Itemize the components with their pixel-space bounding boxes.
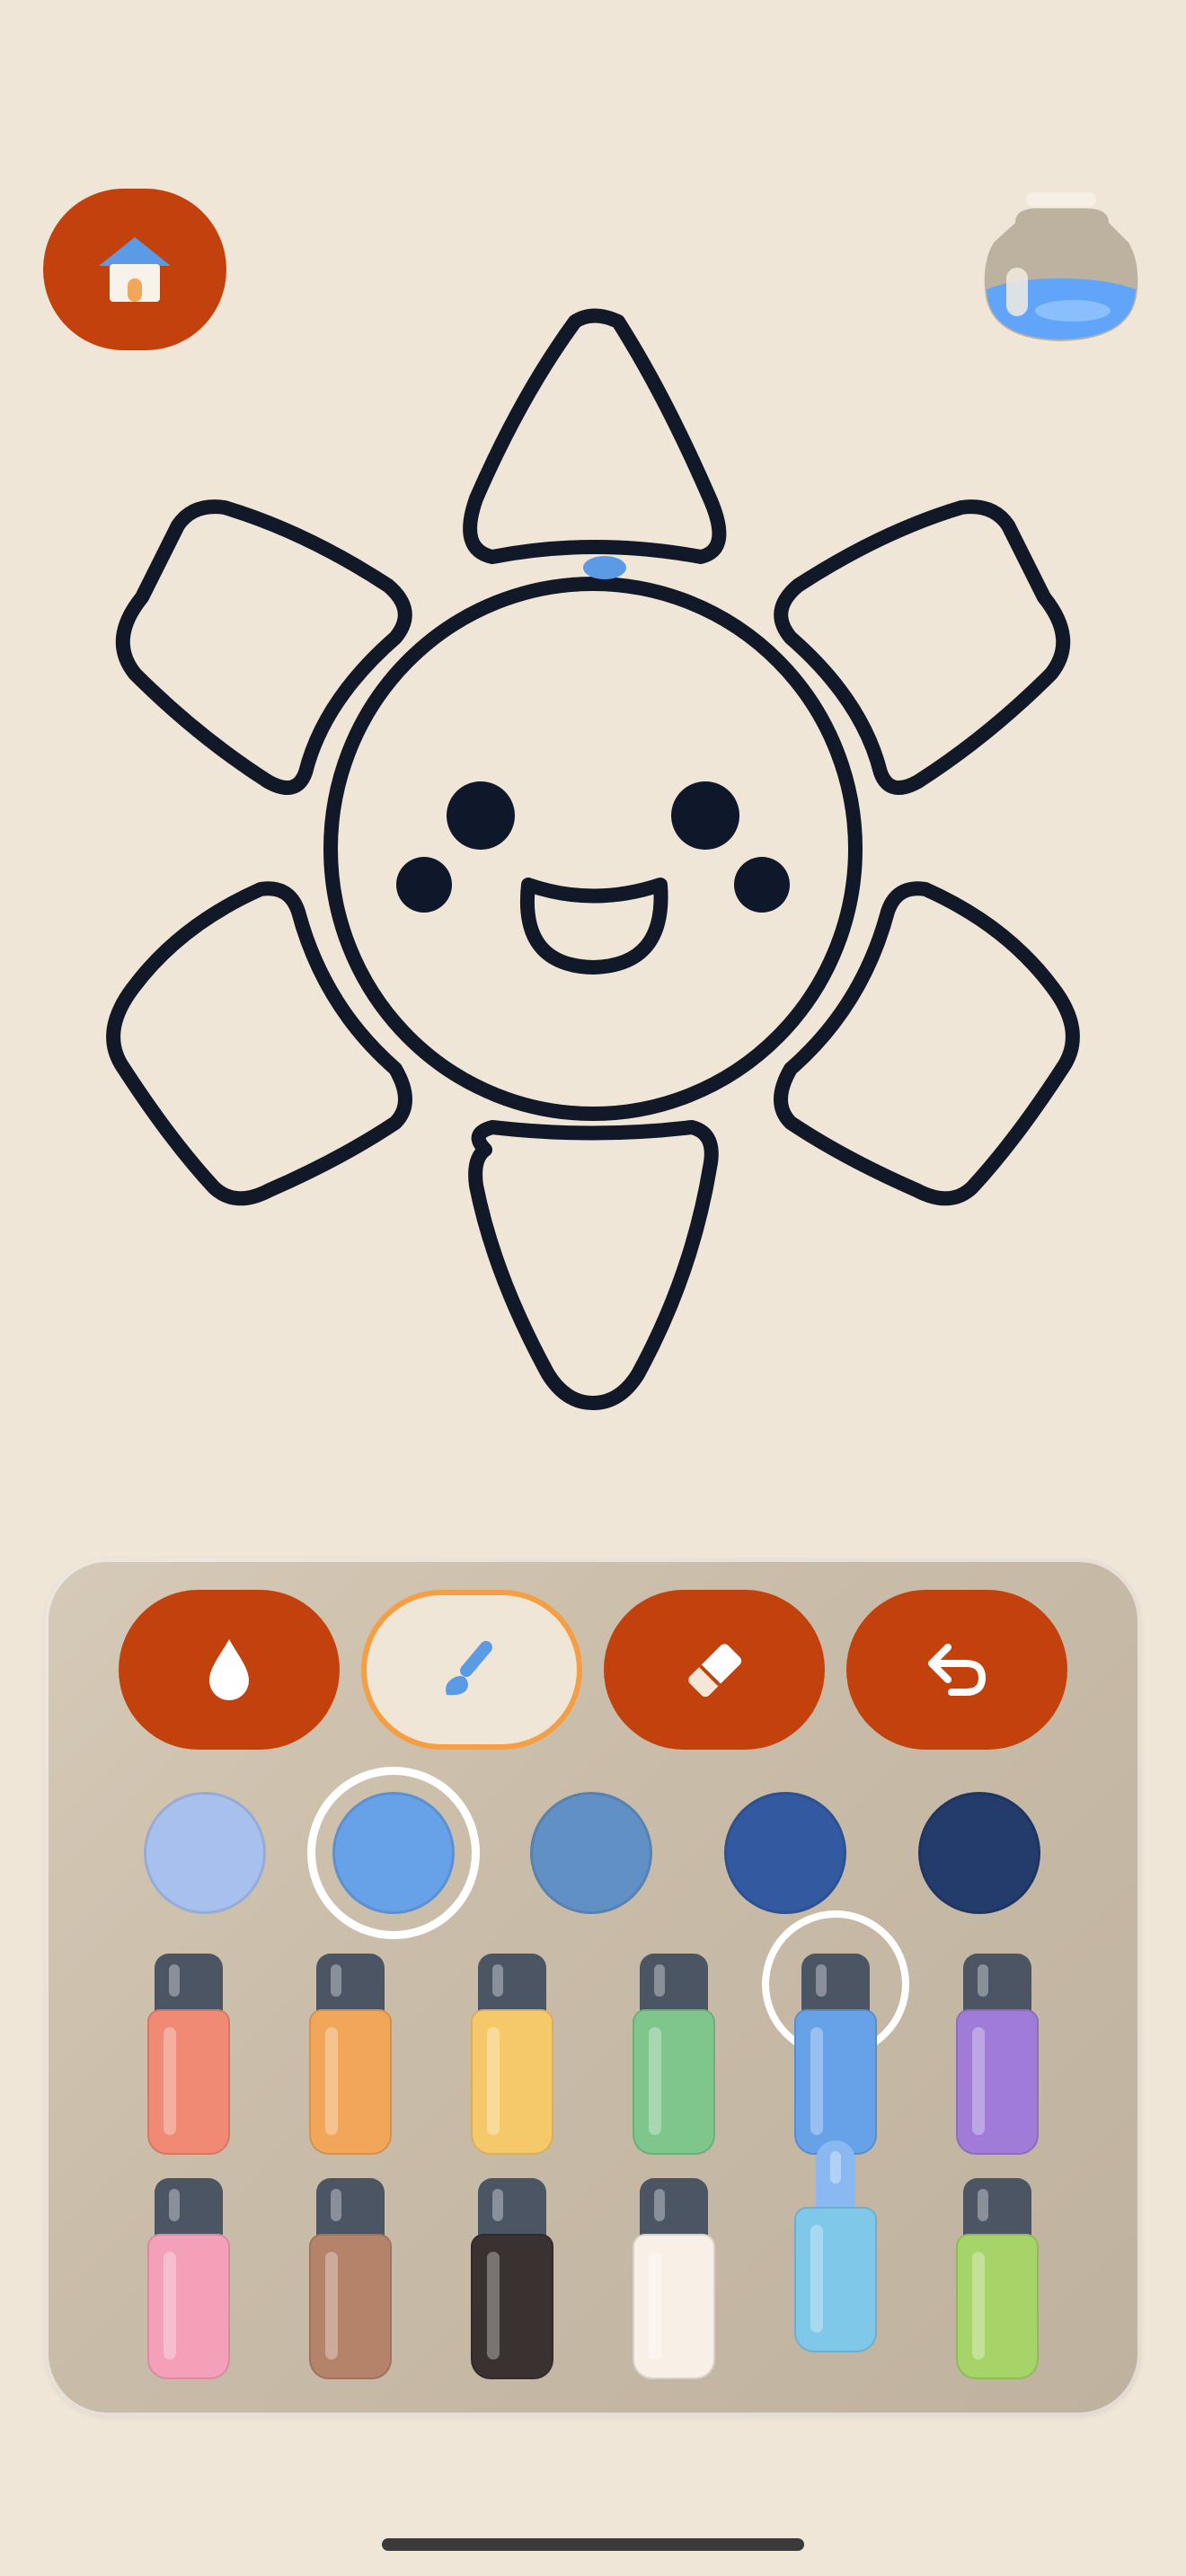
- fill-tool-button[interactable]: [119, 1590, 340, 1750]
- paint-bottle-row1-2[interactable]: [309, 1954, 392, 2169]
- petal-bottom[interactable]: [468, 1120, 719, 1410]
- shade-swatch-5[interactable]: [918, 1792, 1040, 1914]
- bottle-body: [633, 2234, 715, 2379]
- bottle-body: [794, 2009, 877, 2155]
- petal-upper-left[interactable]: [115, 499, 412, 795]
- bottle-cap: [478, 1954, 546, 2015]
- sun-face[interactable]: [323, 577, 863, 1121]
- bottle-cap: [155, 1954, 223, 2015]
- bottle-body: [956, 2234, 1039, 2379]
- selected-shade-ring: [307, 1767, 480, 1939]
- paint-bottle-row2-5[interactable]: [794, 2140, 877, 2367]
- bottle-cap: [478, 2178, 546, 2239]
- paint-bottle-row2-1[interactable]: [147, 2178, 230, 2394]
- brush-icon: [446, 1640, 492, 1696]
- petal-lower-right[interactable]: [774, 881, 1080, 1206]
- palette-panel: [45, 1558, 1141, 2416]
- bottle-body: [309, 2234, 392, 2379]
- paint-bottle-row1-3[interactable]: [471, 1954, 553, 2169]
- paint-bottle-row2-4[interactable]: [633, 2178, 715, 2394]
- bottle-body: [471, 2234, 553, 2379]
- shade-swatch-1[interactable]: [144, 1792, 266, 1914]
- brush-tool-button[interactable]: [361, 1590, 582, 1750]
- bottle-cap: [640, 1954, 708, 2015]
- paint-bottle-row1-4[interactable]: [633, 1954, 715, 2169]
- drawing-canvas[interactable]: [0, 287, 1186, 1437]
- paint-bottle-row1-1[interactable]: [147, 1954, 230, 2169]
- paint-bottle-row1-6[interactable]: [956, 1954, 1039, 2169]
- eye-left: [447, 781, 515, 850]
- bottle-body: [147, 2009, 230, 2155]
- bottle-cap: [816, 2140, 855, 2212]
- eraser-tool-button[interactable]: [604, 1590, 825, 1750]
- petal-top[interactable]: [463, 308, 727, 564]
- bottle-body: [633, 2009, 715, 2155]
- petal-upper-right[interactable]: [774, 499, 1071, 795]
- paint-bottle-row2-6[interactable]: [956, 2178, 1039, 2394]
- petal-lower-left[interactable]: [106, 881, 412, 1206]
- bottle-body: [956, 2009, 1039, 2155]
- eye-right: [671, 781, 739, 850]
- cheek-left: [396, 857, 452, 913]
- paint-bottle-row1-5[interactable]: [794, 1954, 877, 2169]
- undo-icon: [928, 1644, 987, 1696]
- bottle-body: [147, 2234, 230, 2379]
- bottle-cap: [155, 2178, 223, 2239]
- cheek-right: [734, 857, 790, 913]
- bottle-cap: [640, 2178, 708, 2239]
- drop-icon: [209, 1639, 249, 1700]
- home-indicator: [382, 2538, 804, 2551]
- shade-swatch-4[interactable]: [724, 1792, 846, 1914]
- bottle-body: [471, 2009, 553, 2155]
- eraser-icon: [688, 1644, 742, 1698]
- bottle-body: [309, 2009, 392, 2155]
- paint-bottle-row2-2[interactable]: [309, 2178, 392, 2394]
- shade-swatch-3[interactable]: [530, 1792, 652, 1914]
- bottle-cap: [316, 1954, 385, 2015]
- sun-mouth[interactable]: [520, 878, 668, 975]
- paint-bottle-row2-3[interactable]: [471, 2178, 553, 2394]
- bottle-cap: [963, 2178, 1031, 2239]
- bottle-cap: [801, 1954, 870, 2015]
- bottle-cap: [316, 2178, 385, 2239]
- paint-dot: [583, 556, 626, 579]
- undo-tool-button[interactable]: [846, 1590, 1067, 1750]
- bottle-cap: [963, 1954, 1031, 2015]
- bottle-body: [794, 2207, 877, 2352]
